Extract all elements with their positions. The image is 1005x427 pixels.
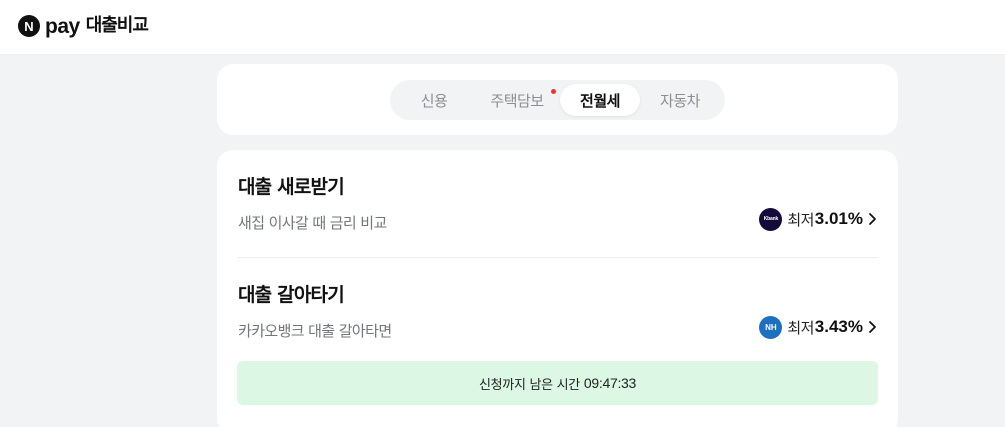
countdown-label: 신청까지 남은 시간 (478, 377, 580, 393)
nh-logo-icon: NH (759, 315, 783, 339)
rate-prefix: 최저 (787, 318, 814, 337)
countdown-time: 09:47:33 (583, 375, 637, 391)
loan-offers-card: 대출 새로받기 새집 이사갈 때 금리 비교 Kbank 최저 3.01% 대출… (217, 150, 898, 427)
kbank-logo-icon: Kbank (759, 207, 783, 231)
offer-rate: NH 최저 3.43% (759, 315, 878, 339)
tab-credit[interactable]: 신용 (394, 84, 474, 116)
rate-value: 3.43% (814, 317, 863, 336)
chevron-right-icon (869, 321, 876, 333)
loan-category-card: 신용 주택담보 전월세 자동차 (217, 64, 898, 135)
chevron-right-icon (869, 213, 876, 225)
service-title: 대출비교 (85, 15, 149, 36)
tab-label: 주택담보 (490, 91, 544, 110)
application-countdown-banner: 신청까지 남은 시간 09:47:33 (237, 361, 878, 405)
offer-subtitle: 새집 이사갈 때 금리 비교 (238, 214, 387, 232)
pay-wordmark: pay (45, 14, 80, 38)
new-badge-dot (551, 89, 556, 94)
offer-title: 대출 갈아타기 (238, 284, 345, 306)
divider (238, 257, 878, 258)
offer-subtitle: 카카오뱅크 대출 갈아타면 (238, 322, 392, 340)
tab-jeonse-wolse[interactable]: 전월세 (560, 84, 640, 116)
tab-mortgage[interactable]: 주택담보 (474, 84, 560, 116)
rate-prefix: 최저 (787, 210, 814, 229)
tab-label: 신용 (420, 91, 448, 110)
naver-n-icon: N (18, 15, 40, 37)
tab-label: 자동차 (660, 91, 700, 110)
offer-rate: Kbank 최저 3.01% (759, 207, 878, 231)
top-bar: N pay 대출비교 (0, 0, 1005, 54)
loan-category-tabs: 신용 주택담보 전월세 자동차 (390, 80, 725, 120)
naver-pay-logo[interactable]: N pay 대출비교 (18, 13, 149, 39)
tab-auto[interactable]: 자동차 (640, 84, 720, 116)
offer-title: 대출 새로받기 (238, 176, 345, 198)
tab-label: 전월세 (580, 91, 620, 110)
rate-value: 3.01% (814, 209, 863, 228)
